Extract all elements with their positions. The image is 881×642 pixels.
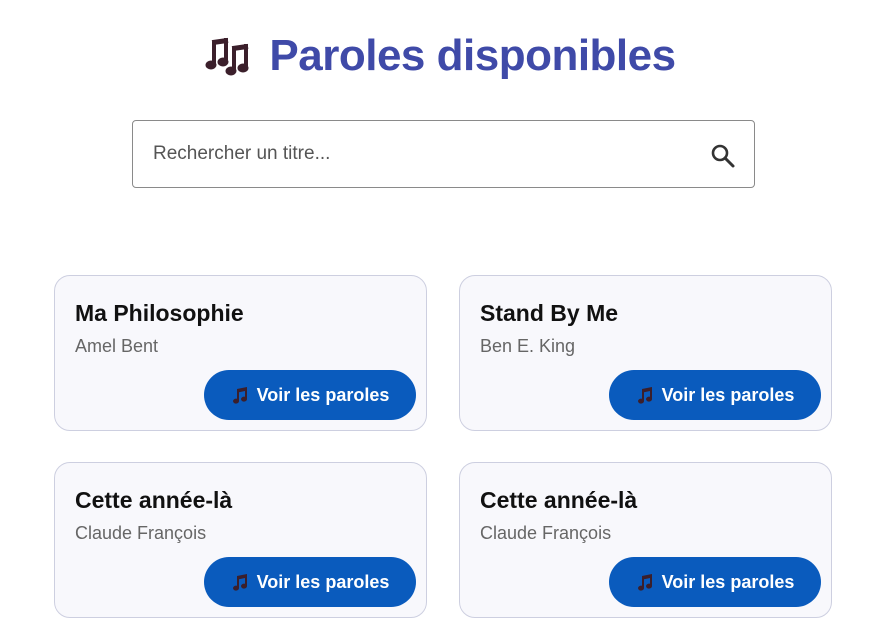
song-title: Cette année-là xyxy=(75,487,233,513)
view-lyrics-button[interactable]: Voir les paroles xyxy=(204,557,416,607)
song-card: Cette année-là Claude François Voir les … xyxy=(459,462,832,618)
view-lyrics-button[interactable]: Voir les paroles xyxy=(204,370,416,420)
page-title: Paroles disponibles xyxy=(269,31,676,80)
song-card: Cette année-là Claude François Voir les … xyxy=(54,462,427,618)
song-artist: Amel Bent xyxy=(75,336,159,356)
page-header: Paroles disponibles xyxy=(0,28,881,84)
song-artist: Claude François xyxy=(480,523,612,543)
music-notes-icon xyxy=(205,37,249,76)
search-box[interactable] xyxy=(132,120,755,188)
search-icon[interactable] xyxy=(710,143,736,169)
music-note-icon xyxy=(637,387,652,404)
song-artist: Ben E. King xyxy=(480,336,576,356)
search-input[interactable] xyxy=(151,142,695,166)
song-artist: Claude François xyxy=(75,523,207,543)
song-title: Cette année-là xyxy=(480,487,638,513)
song-card: Stand By Me Ben E. King Voir les paroles xyxy=(459,275,832,431)
music-note-icon xyxy=(232,574,247,591)
view-lyrics-label: Voir les paroles xyxy=(256,571,390,592)
view-lyrics-button[interactable]: Voir les paroles xyxy=(609,557,821,607)
view-lyrics-label: Voir les paroles xyxy=(256,384,390,405)
music-note-icon xyxy=(232,387,247,404)
view-lyrics-label: Voir les paroles xyxy=(661,384,795,405)
music-note-icon xyxy=(637,574,652,591)
song-card: Ma Philosophie Amel Bent Voir les parole… xyxy=(54,275,427,431)
view-lyrics-button[interactable]: Voir les paroles xyxy=(609,370,821,420)
song-title: Ma Philosophie xyxy=(75,300,244,326)
view-lyrics-label: Voir les paroles xyxy=(661,571,795,592)
song-title: Stand By Me xyxy=(480,300,619,326)
